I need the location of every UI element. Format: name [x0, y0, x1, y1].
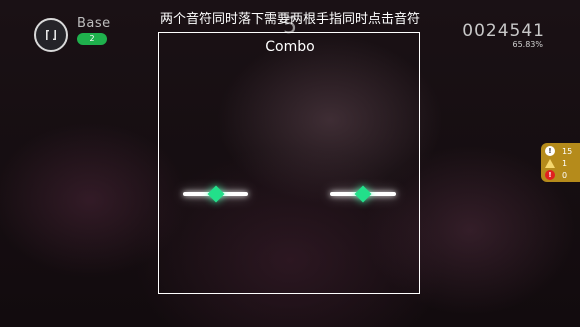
game-stage[interactable]: Base 2 5 两个音符同时落下需要两根手指同时点击音符 Combo 0024…	[0, 0, 580, 327]
judge-row-perfect: ! 15	[545, 145, 580, 157]
judge-count-perfect: 15	[562, 146, 573, 156]
error-circle-icon: !	[545, 170, 555, 180]
score: 0024541	[462, 21, 545, 41]
judge-row-good: 1	[545, 157, 580, 169]
accuracy: 65.83%	[512, 40, 543, 49]
judgement-panel: ! 15 1 ! 0	[541, 143, 580, 182]
judge-count-miss: 0	[562, 170, 568, 180]
play-area[interactable]	[158, 32, 420, 294]
warning-triangle-icon	[545, 158, 555, 168]
judge-count-good: 1	[562, 158, 568, 168]
exclamation-circle-icon: !	[545, 146, 555, 156]
judge-row-miss: ! 0	[545, 169, 580, 181]
